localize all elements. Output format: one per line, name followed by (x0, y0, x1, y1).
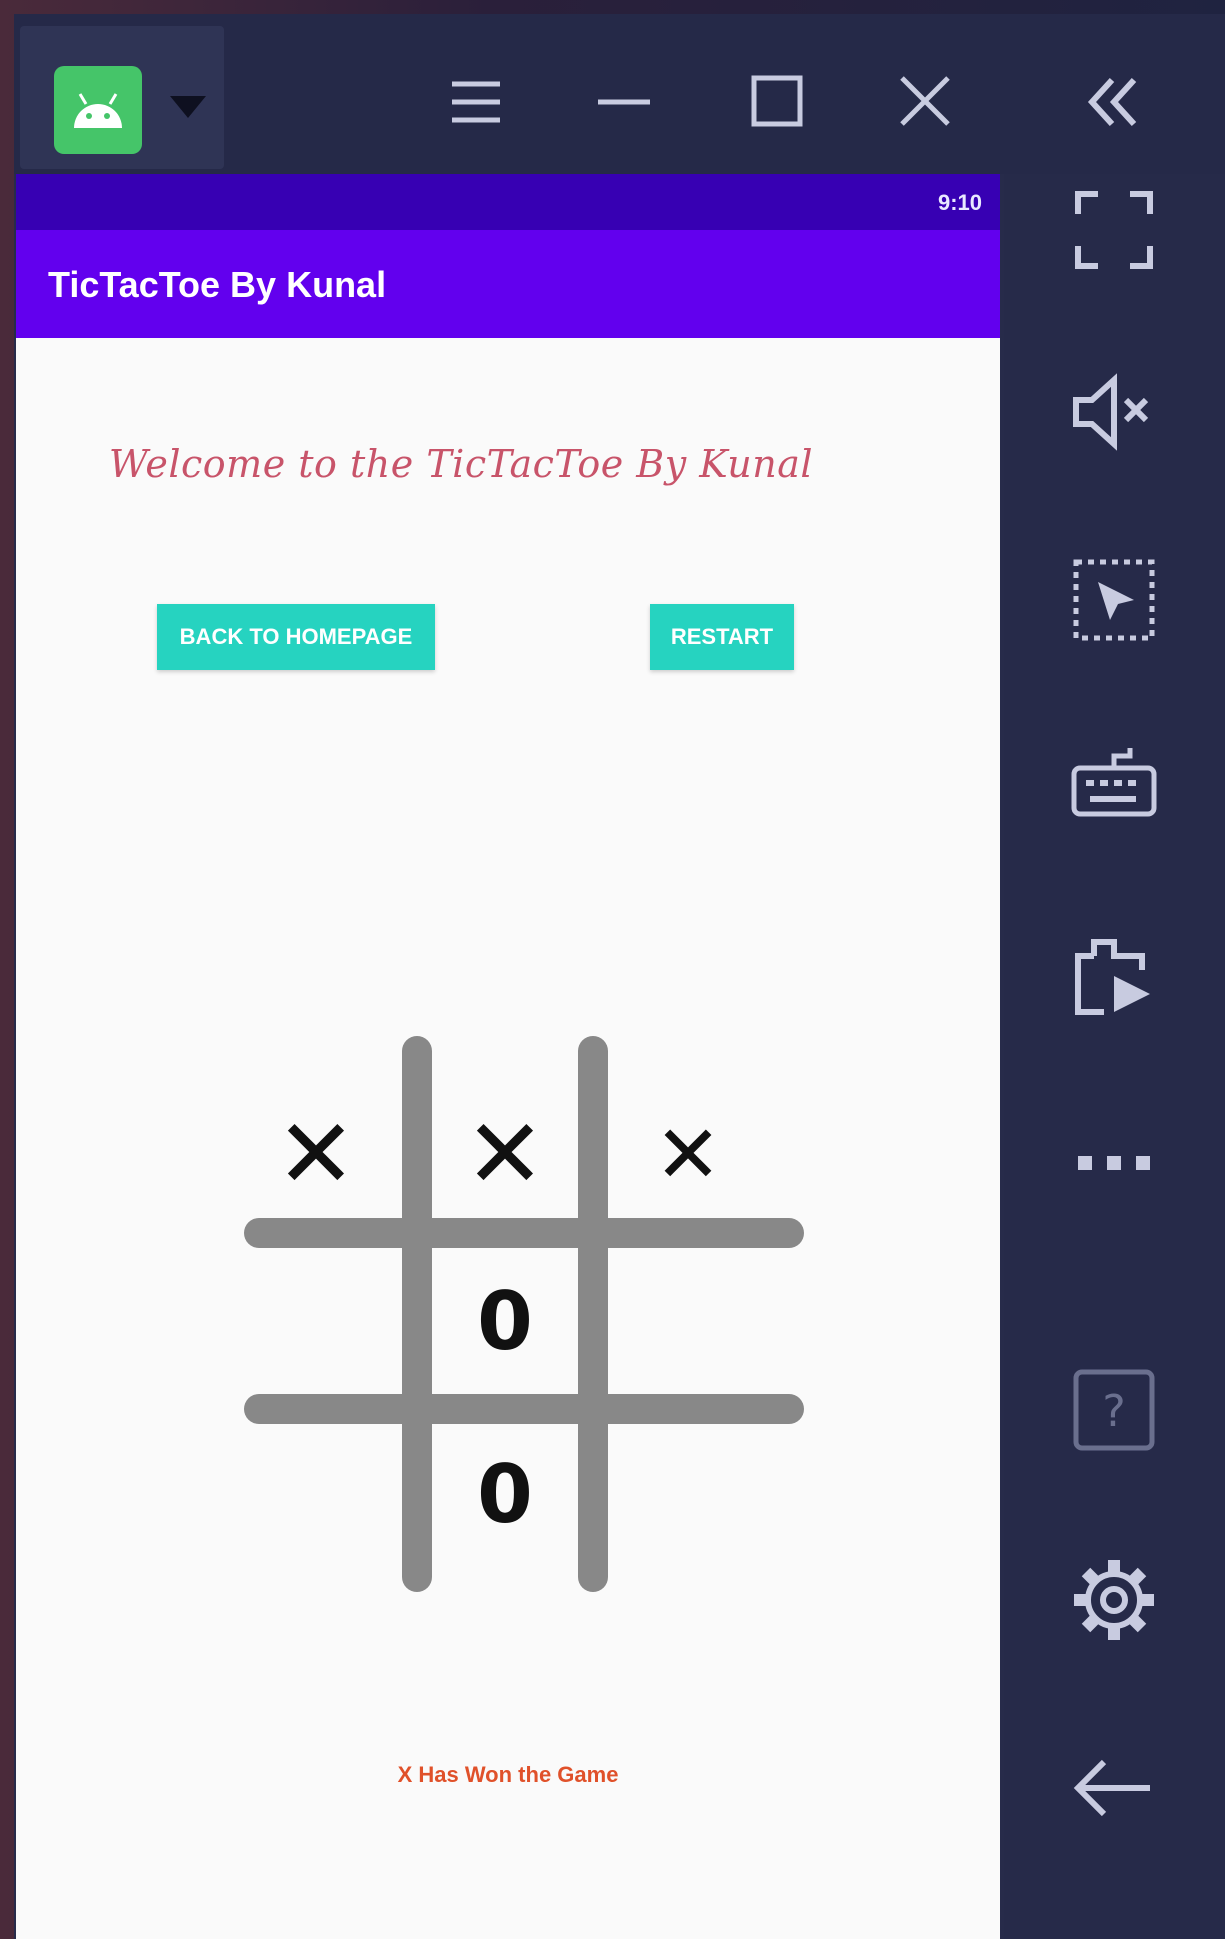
app-title: TicTacToe By Kunal (48, 264, 387, 305)
restart-button[interactable]: RESTART (650, 604, 794, 670)
board-cell-8[interactable]: 0 (432, 1424, 578, 1564)
collapse-sidebar-icon[interactable] (1082, 72, 1142, 132)
volume-mute-icon[interactable] (1064, 362, 1164, 462)
android-icon[interactable] (54, 66, 142, 154)
menu-icon[interactable] (446, 72, 506, 132)
app-bar: TicTacToe By Kunal (16, 230, 1000, 338)
minimize-icon[interactable] (594, 72, 654, 132)
android-screen: 9:10 TicTacToe By Kunal Welcome to the T… (16, 174, 1000, 1939)
board-cell-7[interactable] (236, 1424, 396, 1564)
more-icon[interactable] (1064, 1114, 1164, 1214)
game-board: ✕ ✕ ✕ 0 0 (216, 1036, 814, 1592)
status-bar: 9:10 (16, 174, 1000, 230)
status-time: 9:10 (937, 190, 982, 215)
board-cell-2[interactable]: ✕ (432, 1090, 578, 1218)
grid-line-horizontal-2 (244, 1394, 804, 1424)
maximize-icon[interactable] (746, 72, 806, 132)
fullscreen-icon[interactable] (1064, 180, 1164, 280)
board-cell-5[interactable]: 0 (432, 1248, 578, 1394)
game-result-text: X Has Won the Game (397, 1762, 619, 1787)
emulator-title-bar (14, 14, 1225, 174)
board-cell-6[interactable] (608, 1248, 768, 1394)
board-cell-4[interactable] (236, 1248, 396, 1394)
board-cell-3[interactable]: ✕ (608, 1090, 768, 1218)
grid-line-vertical-2 (578, 1036, 608, 1592)
cursor-select-icon[interactable] (1064, 550, 1164, 650)
welcome-text: Welcome to the TicTacToe By Kunal (108, 442, 814, 486)
back-to-homepage-button[interactable]: BACK TO HOMEPAGE (157, 604, 435, 670)
board-cell-1[interactable]: ✕ (236, 1090, 396, 1218)
help-icon[interactable]: ? (1064, 1360, 1164, 1460)
dropdown-icon[interactable] (170, 96, 206, 118)
board-cell-9[interactable] (608, 1424, 768, 1564)
emulator-window: 9:10 TicTacToe By Kunal Welcome to the T… (14, 14, 1225, 1939)
keyboard-icon[interactable] (1064, 738, 1164, 838)
app-switcher[interactable] (20, 26, 224, 169)
emulator-sidebar: ? (1004, 174, 1225, 1939)
close-icon[interactable] (894, 72, 954, 132)
back-icon[interactable] (1064, 1738, 1164, 1838)
svg-text:?: ? (1102, 1386, 1125, 1437)
grid-line-horizontal-1 (244, 1218, 804, 1248)
settings-icon[interactable] (1064, 1550, 1164, 1650)
grid-line-vertical-1 (402, 1036, 432, 1592)
install-apk-icon[interactable] (1064, 926, 1164, 1026)
